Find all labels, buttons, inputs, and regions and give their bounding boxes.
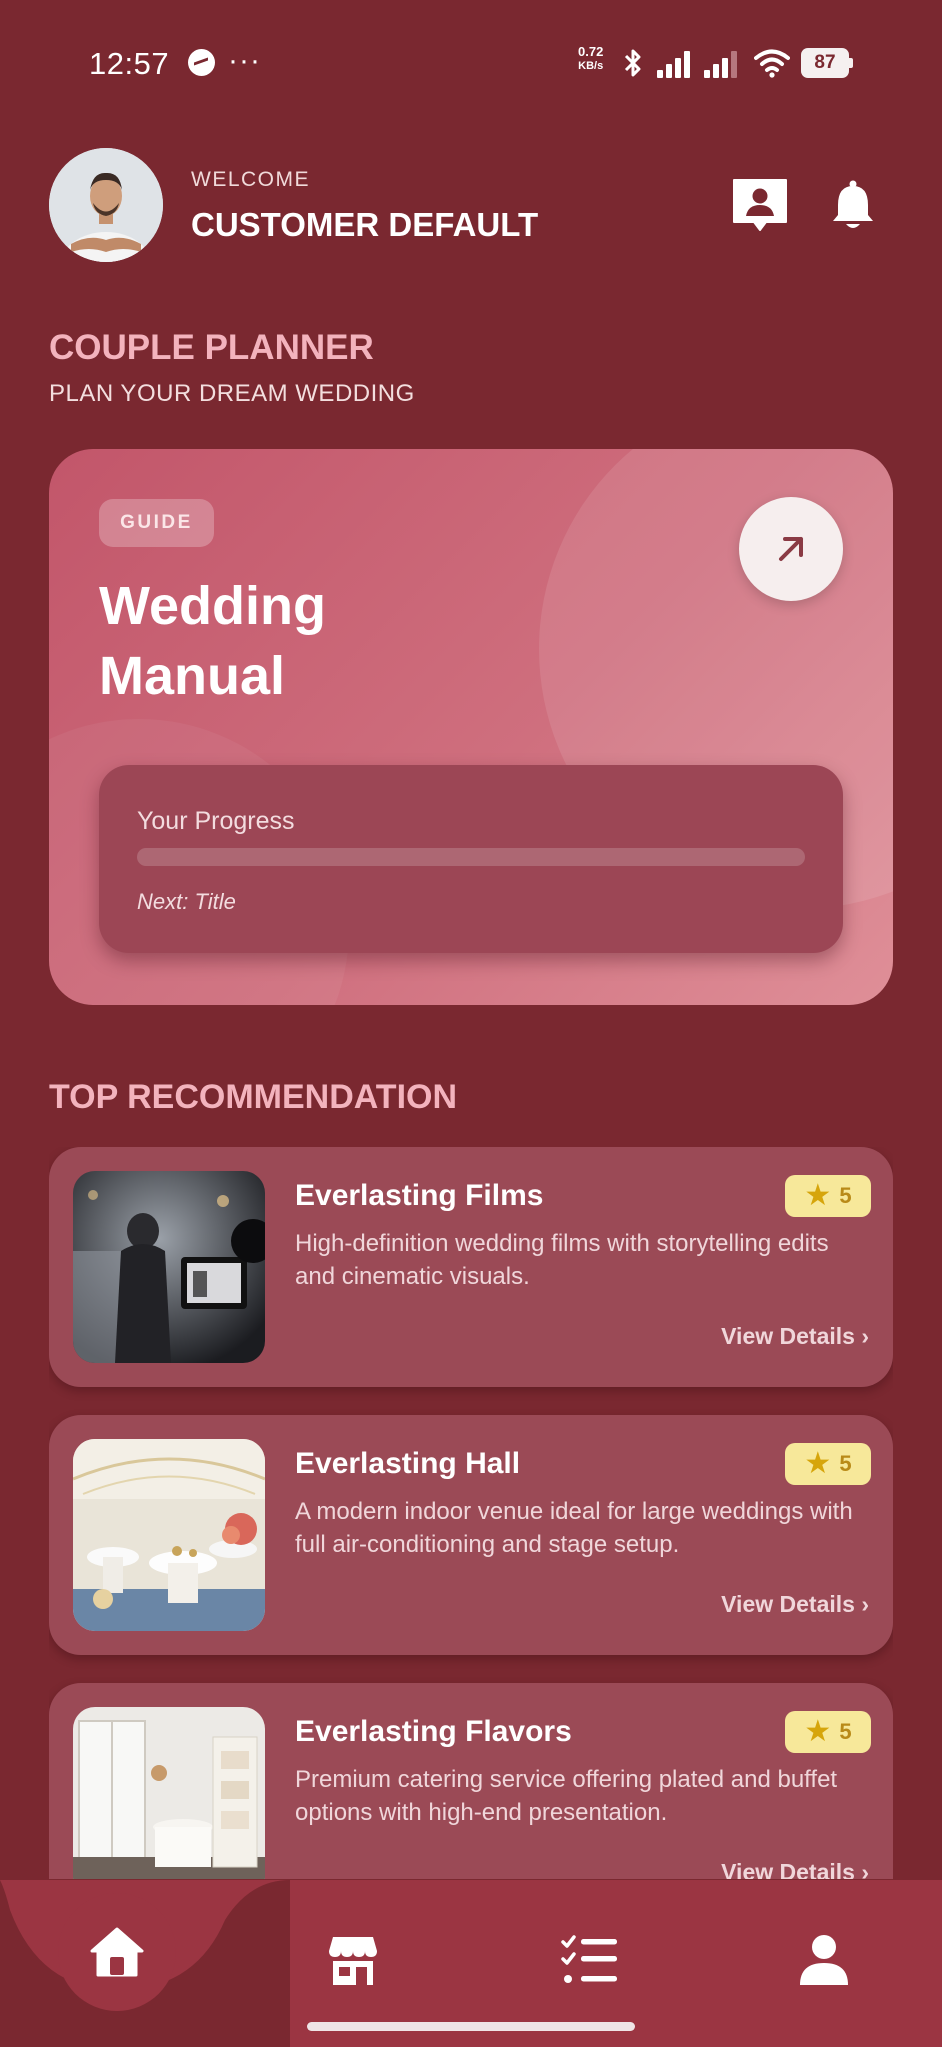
recommendation-card[interactable]: Everlasting Hall ★ 5 A modern indoor ven… [49, 1415, 893, 1655]
guide-badge: GUIDE [99, 499, 214, 547]
view-details-link[interactable]: View Details › [721, 1323, 869, 1350]
status-bar: 12:57 ··· 0.72 KB/s 87 [0, 0, 942, 128]
welcome-label: WELCOME [191, 168, 311, 191]
home-icon [90, 1927, 144, 1977]
network-speed: 0.72 KB/s [578, 44, 603, 74]
vendor-description: High-definition wedding films with story… [295, 1230, 829, 1290]
next-step-label: Next: Title [137, 889, 236, 914]
notification-button[interactable] [820, 173, 886, 239]
network-speed-unit: KB/s [578, 60, 604, 72]
recommendations-title: TOP RECOMMENDATION [49, 1078, 458, 1116]
arrow-up-right-icon [779, 537, 803, 561]
recommendation-card[interactable]: Everlasting Films ★ 5 High-definition we… [49, 1147, 893, 1387]
signal-icon-1 [657, 50, 695, 78]
nav-home-button[interactable] [58, 1893, 176, 2011]
network-speed-value: 0.72 [578, 44, 604, 59]
signal-icon-2 [704, 50, 742, 78]
view-details-link[interactable]: View Details › [721, 1859, 869, 1879]
rating-badge: ★ 5 [785, 1175, 871, 1217]
rating-value: 5 [839, 1451, 852, 1476]
battery-level: 87 [801, 48, 849, 78]
planner-title: COUPLE PLANNER [49, 328, 374, 367]
user-name: CUSTOMER DEFAULT [191, 206, 539, 243]
vendor-name: Everlasting Hall [295, 1447, 521, 1480]
messenger-icon [188, 49, 215, 76]
open-guide-button[interactable] [739, 497, 843, 601]
checklist-icon [561, 1935, 617, 1983]
vendor-description: A modern indoor venue ideal for large we… [295, 1498, 853, 1558]
rating-badge: ★ 5 [785, 1711, 871, 1753]
status-time: 12:57 [89, 46, 170, 81]
vendor-name: Everlasting Flavors [295, 1715, 572, 1748]
avatar[interactable] [49, 148, 163, 262]
battery-icon: 87 [801, 48, 853, 78]
bell-icon [833, 180, 873, 228]
nav-checklist-button[interactable] [560, 1930, 620, 1990]
star-icon: ★ [804, 1447, 832, 1480]
rating-value: 5 [839, 1719, 852, 1744]
more-notifications-icon: ··· [228, 44, 261, 77]
store-icon [329, 1937, 377, 1985]
nav-profile-button[interactable] [794, 1930, 854, 1990]
star-icon: ★ [804, 1179, 832, 1212]
contact-card-icon [733, 179, 787, 231]
home-indicator [307, 2022, 635, 2031]
vendor-photo [73, 1171, 265, 1363]
vendor-description: Premium catering service offering plated… [295, 1766, 838, 1826]
wifi-icon [754, 48, 790, 78]
recommendation-list[interactable]: Everlasting Films ★ 5 High-definition we… [49, 1147, 893, 1879]
profile-icon [800, 1935, 848, 1985]
vendor-name: Everlasting Films [295, 1179, 544, 1212]
progress-label: Your Progress [137, 807, 295, 835]
bluetooth-icon [623, 47, 643, 87]
rating-badge: ★ 5 [785, 1443, 871, 1485]
guide-title: Wedding Manual [99, 576, 326, 706]
view-details-link[interactable]: View Details › [721, 1591, 869, 1618]
star-icon: ★ [804, 1715, 832, 1748]
nav-store-button[interactable] [323, 1930, 383, 1990]
rating-value: 5 [839, 1183, 852, 1208]
planner-subtitle: PLAN YOUR DREAM WEDDING [49, 380, 415, 407]
progress-panel: Your Progress Next: Title [99, 765, 843, 953]
vendor-photo [73, 1439, 265, 1631]
progress-bar [137, 848, 805, 866]
wedding-manual-card[interactable]: GUIDE Wedding Manual Your Progress Next:… [49, 449, 893, 1005]
contact-card-button[interactable] [727, 173, 793, 239]
